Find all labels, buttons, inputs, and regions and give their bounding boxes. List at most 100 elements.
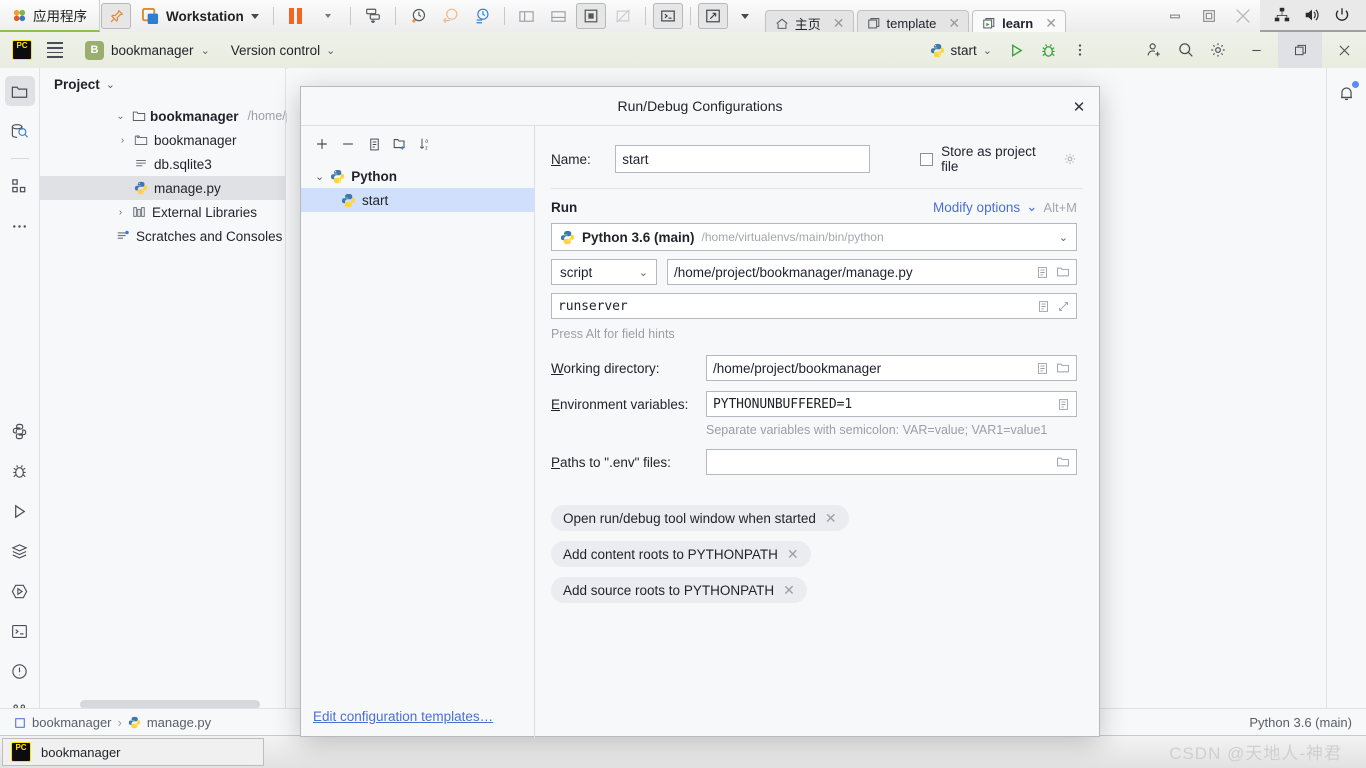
chevron-down-icon[interactable]: ⌄ [1059,231,1068,244]
collapse-arrow-icon[interactable]: › [114,200,127,224]
take-snapshot-icon[interactable] [403,3,433,29]
remove-option-icon[interactable]: ✕ [825,510,837,527]
applications-menu[interactable]: 应用程序 [0,0,100,32]
problems-icon[interactable] [5,656,35,686]
restore-button[interactable] [1192,0,1226,32]
browse-folder-icon[interactable] [1056,265,1070,279]
workstation-dropdown-icon[interactable] [250,13,259,19]
run-anything-icon[interactable] [5,576,35,606]
expand-editor-icon[interactable] [1057,300,1070,313]
tree-node-db-sqlite3[interactable]: db.sqlite3 [40,152,285,176]
add-icon[interactable] [311,133,333,155]
close-icon[interactable]: ✕ [833,15,845,32]
edit-env-vars-icon[interactable] [1057,398,1070,411]
revert-snapshot-icon[interactable] [435,3,465,29]
target-type-combo[interactable]: script ⌄ [551,259,657,285]
python-console-icon[interactable] [5,416,35,446]
modify-options-link[interactable]: Modify options [933,200,1020,215]
project-selector[interactable]: B bookmanager ⌄ [78,38,217,63]
new-folder-icon[interactable] [389,133,411,155]
run-configuration-selector[interactable]: start ⌄ [922,40,1000,61]
run-tool-icon[interactable] [5,496,35,526]
sort-alphabetically-icon[interactable]: a z [415,133,437,155]
tree-node-bookmanager-module[interactable]: › bookmanager [40,128,285,152]
breadcrumb-item-file[interactable]: manage.py [147,715,211,730]
name-input[interactable]: start [615,145,871,173]
script-arguments-input[interactable]: runserver [551,293,1077,319]
browse-folder-icon[interactable] [1056,455,1070,469]
store-as-project-file-checkbox[interactable] [920,152,934,166]
tree-node-bookmanager-root[interactable]: ⌄ bookmanager /home/project/b [40,104,333,128]
debug-button[interactable] [1032,35,1064,65]
settings-gear-icon[interactable] [1202,35,1234,65]
console-icon[interactable] [652,3,683,29]
pin-icon[interactable] [101,3,131,29]
more-actions-button[interactable] [1064,35,1096,65]
notifications-bell-icon[interactable] [1332,78,1362,108]
remove-icon[interactable] [337,133,359,155]
power-icon[interactable] [1328,0,1356,30]
snapshot-icon[interactable] [358,3,388,29]
snapshot-manager-icon[interactable] [467,3,497,29]
ide-close-button[interactable] [1322,32,1366,68]
tree-node-scratches[interactable]: Scratches and Consoles [40,224,285,248]
search-icon[interactable] [1170,35,1202,65]
expand-macro-icon[interactable] [1036,361,1049,375]
expand-macro-icon[interactable] [1037,300,1050,313]
option-chip-source-roots[interactable]: Add source roots to PYTHONPATH ✕ [551,577,807,603]
debug-tool-icon[interactable] [5,456,35,486]
interpreter-status[interactable]: Python 3.6 (main) [1249,715,1352,730]
database-search-icon[interactable] [5,116,35,146]
copy-icon[interactable] [363,133,385,155]
option-chip-content-roots[interactable]: Add content roots to PYTHONPATH ✕ [551,541,811,567]
project-window-header[interactable]: Project ⌄ [40,68,285,100]
resize-dropdown-icon[interactable] [730,3,760,29]
tree-node-external-libraries[interactable]: › External Libraries [40,200,285,224]
config-group-python[interactable]: ⌄ Python [301,164,534,188]
paths-to-env-input[interactable] [706,449,1077,475]
pause-icon[interactable] [281,3,311,29]
close-icon[interactable]: ✕ [948,15,960,32]
collapse-arrow-icon[interactable]: › [116,128,129,152]
chevron-down-icon[interactable]: ⌄ [106,78,115,91]
main-menu-button[interactable] [42,37,68,63]
resize-icon[interactable] [697,3,728,29]
ide-minimize-button[interactable] [1234,32,1278,68]
split-view-icon[interactable] [512,3,542,29]
expand-arrow-icon[interactable]: ⌄ [315,170,324,183]
volume-icon[interactable] [1298,0,1326,30]
dialog-close-button[interactable]: ✕ [1069,97,1089,117]
workstation-menu[interactable]: Workstation [132,0,267,32]
stacked-view-icon[interactable] [544,3,574,29]
expand-macro-icon[interactable] [1036,265,1049,279]
add-collaborator-button[interactable] [1138,35,1170,65]
chevron-down-icon[interactable]: ⌄ [639,266,648,279]
more-tools-icon[interactable] [5,211,35,241]
python-interpreter-combo[interactable]: Python 3.6 (main) /home/virtualenvs/main… [551,223,1077,251]
version-control-menu[interactable]: Version control ⌄ [231,43,336,58]
services-icon[interactable] [5,536,35,566]
script-path-input[interactable]: /home/project/bookmanager/manage.py [667,259,1077,285]
working-directory-input[interactable]: /home/project/bookmanager [706,355,1077,381]
browse-folder-icon[interactable] [1056,361,1070,375]
taskbar-item-bookmanager[interactable]: PC bookmanager [2,738,264,766]
remove-option-icon[interactable]: ✕ [783,582,795,599]
ide-restore-button[interactable] [1278,32,1322,68]
settings-gear-icon[interactable] [1063,152,1077,166]
edit-configuration-templates-link[interactable]: Edit configuration templates… [313,709,493,724]
breadcrumb-item-project[interactable]: bookmanager [32,715,112,730]
terminal-icon[interactable] [5,616,35,646]
environment-variables-input[interactable]: PYTHONUNBUFFERED=1 [706,391,1077,417]
fullscreen-icon[interactable] [575,3,606,29]
tree-node-manage-py[interactable]: manage.py [40,176,285,200]
power-dropdown-icon[interactable] [313,3,343,29]
close-button[interactable] [1226,0,1260,32]
structure-icon[interactable] [5,171,35,201]
network-icon[interactable] [1268,0,1296,30]
option-chip-open-tool-window[interactable]: Open run/debug tool window when started … [551,505,849,531]
expand-arrow-icon[interactable]: ⌄ [114,104,127,128]
remove-option-icon[interactable]: ✕ [787,546,799,563]
project-tool-icon[interactable] [4,76,35,106]
run-button[interactable] [1000,35,1032,65]
close-icon[interactable]: ✕ [1045,15,1057,32]
